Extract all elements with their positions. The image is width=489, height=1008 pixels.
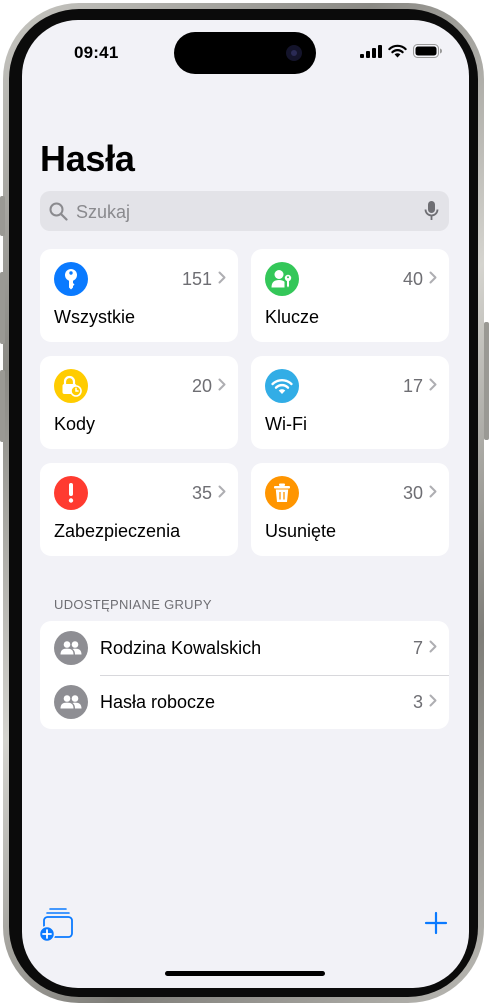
category-label: Kody [54,414,96,434]
new-group-icon[interactable] [39,906,79,942]
category-security-card[interactable]: 35 Zabezpieczenia [40,463,238,556]
search-icon [49,202,68,221]
category-wifi-card[interactable]: 17 Wi-Fi [251,356,449,449]
search-input[interactable]: Szukaj [76,202,130,223]
group-icon [54,685,88,719]
chevron-right-icon [429,271,437,284]
category-codes-card[interactable]: 20 Kody [40,356,238,449]
search-field[interactable]: Szukaj [40,191,449,231]
group-count: 7 [412,638,423,658]
group-count: 3 [412,692,423,712]
category-label: Zabezpieczenia [54,521,181,541]
side-button [484,322,489,440]
status-icons [360,44,443,58]
dynamic-island [174,32,316,74]
chevron-right-icon [429,485,437,498]
category-label: Wszystkie [54,307,135,327]
category-icon-bg [54,262,88,296]
volume-up-button [0,272,5,344]
camera-icon [286,45,302,61]
chevron-right-icon [429,694,437,707]
shared-groups-header: UDOSTĘPNIANE GRUPY [54,597,212,612]
category-count: 151 [181,269,212,289]
status-time: 09:41 [74,43,119,62]
page-title: Hasła [40,138,135,179]
volume-down-button [0,370,5,442]
category-count: 20 [191,376,212,396]
category-icon-bg [265,369,299,403]
chevron-right-icon [218,271,226,284]
shared-group-row[interactable]: Hasła robocze 3 [40,675,449,729]
lock-clock-icon [62,375,82,397]
wifi-icon [271,378,293,394]
cellular-signal-icon [360,44,382,58]
exclamation-icon [68,483,74,503]
person-key-icon [271,270,292,288]
category-count: 30 [402,483,423,503]
category-count: 35 [191,483,212,503]
chevron-right-icon [218,485,226,498]
category-icon-bg [265,262,299,296]
category-label: Klucze [265,307,320,327]
group-icon [54,631,88,665]
category-count: 17 [402,376,423,396]
category-all-card[interactable]: 151 Wszystkie [40,249,238,342]
plus-icon[interactable] [423,910,449,936]
category-label: Wi-Fi [265,414,307,434]
wifi-status-icon [388,44,407,58]
home-indicator[interactable] [165,971,325,976]
chevron-right-icon [429,640,437,653]
key-icon [65,269,77,290]
category-icon-bg [54,476,88,510]
category-count: 40 [402,269,423,289]
group-name: Rodzina Kowalskich [100,638,262,658]
microphone-icon[interactable] [424,200,439,222]
category-icon-bg [54,369,88,403]
chevron-right-icon [429,378,437,391]
action-button [0,196,5,236]
group-name: Hasła robocze [100,692,216,712]
category-label: Usunięte [265,521,337,541]
chevron-right-icon [218,378,226,391]
trash-icon [274,483,290,502]
battery-icon [413,44,442,58]
category-icon-bg [265,476,299,510]
people-icon [60,641,82,655]
shared-group-row[interactable]: Rodzina Kowalskich 7 [40,621,449,676]
people-icon [60,695,82,709]
shared-groups-list: Rodzina Kowalskich 7 Hasła robocze 3 [40,621,449,729]
screen: 09:41 Hasła Szukaj 151 Wszystkie 40 Kluc… [22,20,469,988]
category-passkeys-card[interactable]: 40 Klucze [251,249,449,342]
category-deleted-card[interactable]: 30 Usunięte [251,463,449,556]
